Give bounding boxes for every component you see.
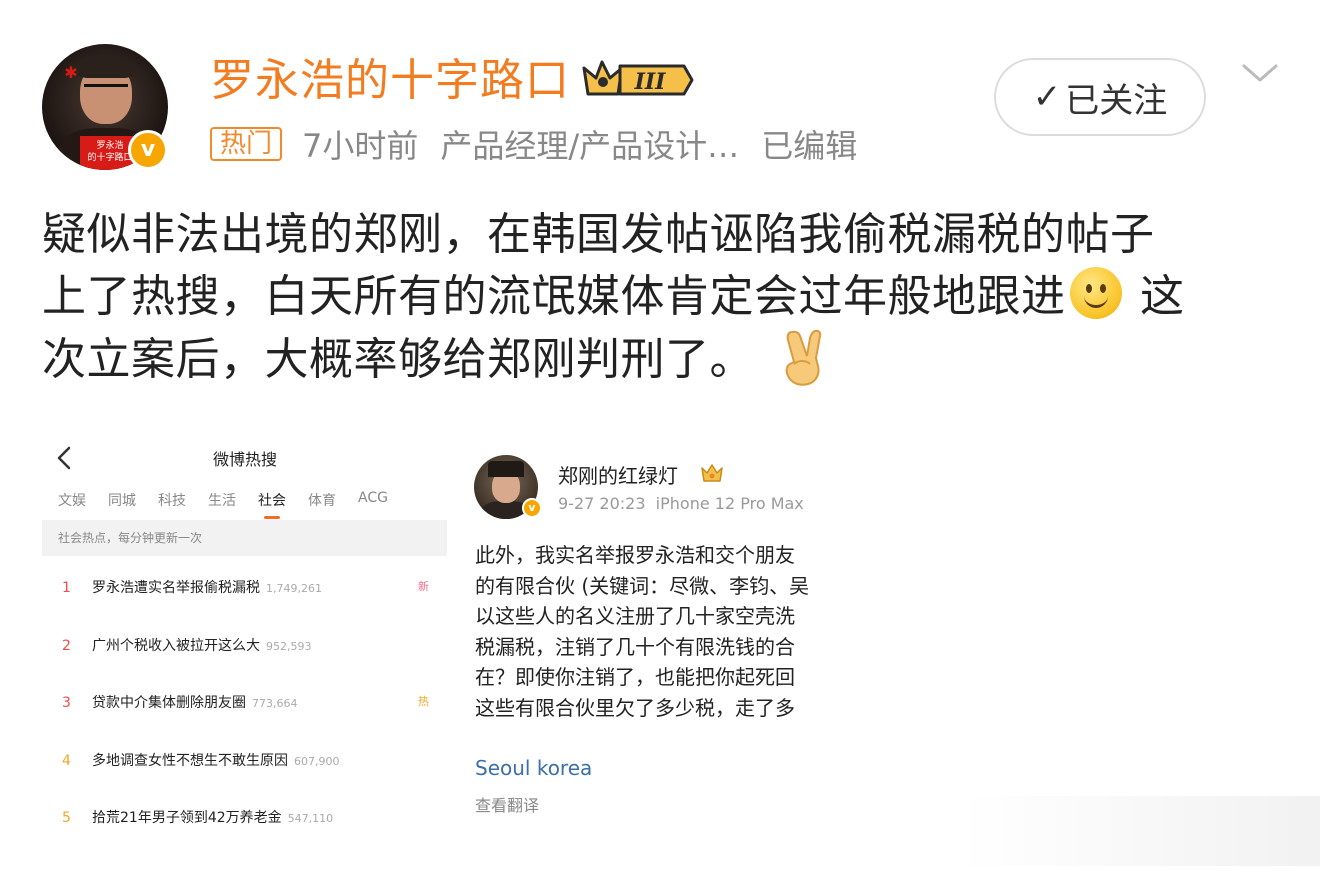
member-crown-icon [701, 464, 723, 482]
tab-shehui: 社会 [258, 490, 286, 519]
tab-tongcheng: 同城 [108, 493, 136, 509]
hotsearch-count: 547,110 [287, 812, 334, 825]
zhenggang-line: 在？即使你注销了，也能把你起死回 [475, 665, 795, 689]
hotsearch-badge-hot: 热 [418, 695, 429, 708]
post-line-2-text: 上了热搜，白天所有的流氓媒体肯定会过年般地跟进 [42, 271, 1066, 322]
hotsearch-text: 罗永浩遭实名举报偷税漏税 [92, 580, 260, 596]
author-name[interactable]: 罗永浩的十字路口 [210, 52, 570, 110]
watermark-area [960, 796, 1320, 866]
hotsearch-text: 广州个税收入被拉开这么大 [92, 638, 260, 654]
post-time: 7小时前 [302, 127, 419, 165]
zhenggang-body: 此外，我实名举报罗永浩和交个朋友 的有限合伙 (关键词：尽微、李钧、吴 以这些人… [475, 540, 865, 723]
hotsearch-title: 微博热搜 [212, 450, 277, 469]
post-text: 疑似非法出境的郑刚，在韩国发帖诬陷我偷税漏税的帖子 上了热搜，白天所有的流氓媒体… [42, 204, 1282, 391]
location-link: Seoul korea [475, 756, 593, 780]
member-crown-icon: III [582, 60, 694, 96]
hotsearch-rank: 4 [62, 753, 71, 769]
tab-tiyu: 体育 [308, 493, 336, 509]
follow-button[interactable]: ✓ 已关注 [994, 58, 1206, 136]
author-category[interactable]: 产品经理/产品设计… [440, 121, 739, 167]
translate-link: 查看翻译 [475, 796, 540, 815]
verified-badge-icon: v [128, 130, 168, 170]
hotsearch-rank: 5 [62, 810, 71, 826]
zhenggang-line: 这些有限合伙里欠了多少税，走了多 [475, 695, 795, 720]
follow-button-label: 已关注 [1065, 80, 1168, 121]
member-level-text: III [634, 69, 667, 95]
back-arrow-icon [57, 446, 71, 470]
avatar-hair [78, 58, 134, 78]
post-line-3: 次立案后，大概率够给郑刚判刑了。 [42, 328, 1282, 391]
tab-acg: ACG [358, 490, 388, 506]
hotsearch-text: 贷款中介集体删除朋友圈 [92, 695, 246, 711]
edited-label[interactable]: 已编辑 [761, 121, 857, 167]
verified-badge-icon: v [522, 498, 542, 518]
zhenggang-line: 以这些人的名义注册了几十家空壳洗 [475, 604, 795, 628]
hotsearch-row: 2 广州个税收入被拉开这么大 952,593 [62, 635, 312, 655]
hot-tag: 热门 [210, 127, 283, 161]
hotsearch-count: 952,593 [266, 640, 312, 653]
zhenggang-line: 的有限合伙 (关键词：尽微、李钧、吴 [475, 573, 810, 598]
smile-emoji-icon [1069, 267, 1122, 319]
zhenggang-line: 税漏税，注销了几十个有限洗钱的合 [475, 634, 795, 659]
hotsearch-row: 1 罗永浩遭实名举报偷税漏税 1,749,261 [62, 577, 322, 597]
zhenggang-meta: 9-27 20:23 iPhone 12 Pro Max [558, 494, 804, 513]
avatar-glasses [84, 84, 128, 97]
chevron-down-icon[interactable] [1240, 58, 1280, 88]
hotsearch-tabs: 文娱 同城 科技 生活 社会 体育 ACG [58, 490, 410, 519]
hotsearch-rank: 2 [62, 638, 71, 654]
hotsearch-text: 多地调查女性不想生不敢生原因 [92, 753, 288, 769]
avatar-hat [488, 461, 524, 477]
hotsearch-count: 1,749,261 [266, 582, 322, 595]
hotsearch-count: 607,900 [294, 755, 340, 768]
tab-wenyu: 文娱 [58, 493, 86, 509]
avatar-logo-icon: ✱ [64, 63, 78, 82]
hotsearch-notice: 社会热点，每分钟更新一次 [42, 520, 447, 556]
hotsearch-row: 3 贷款中介集体删除朋友圈 773,664 [62, 692, 298, 712]
check-icon: ✓ [1032, 77, 1062, 117]
hotsearch-row: 4 多地调查女性不想生不敢生原因 607,900 [62, 750, 340, 770]
post-line-1: 疑似非法出境的郑刚，在韩国发帖诬陷我偷税漏税的帖子 [42, 209, 1155, 260]
victory-hand-emoji-icon [785, 329, 822, 386]
zhenggang-name: 郑刚的红绿灯 [558, 464, 678, 488]
hotsearch-rank: 3 [62, 695, 71, 711]
hotsearch-row: 5 拾荒21年男子领到42万养老金 547,110 [62, 807, 333, 827]
zhenggang-line: 此外，我实名举报罗永浩和交个朋友 [475, 543, 795, 567]
tab-shenghuo: 生活 [208, 493, 236, 509]
hotsearch-rank: 1 [62, 580, 71, 596]
post-line-2-tail: 这 [1125, 271, 1185, 322]
hotsearch-count: 773,664 [252, 697, 298, 710]
hotsearch-text: 拾荒21年男子领到42万养老金 [92, 810, 282, 826]
hotsearch-badge-new: 新 [418, 580, 429, 593]
post-line-3-text: 次立案后，大概率够给郑刚判刑了。 [42, 334, 754, 385]
post-line-2: 上了热搜，白天所有的流氓媒体肯定会过年般地跟进 这 [42, 266, 1282, 328]
tab-keji: 科技 [158, 493, 186, 509]
post-meta: 热门 7小时前 产品经理/产品设计… 已编辑 [210, 122, 857, 166]
